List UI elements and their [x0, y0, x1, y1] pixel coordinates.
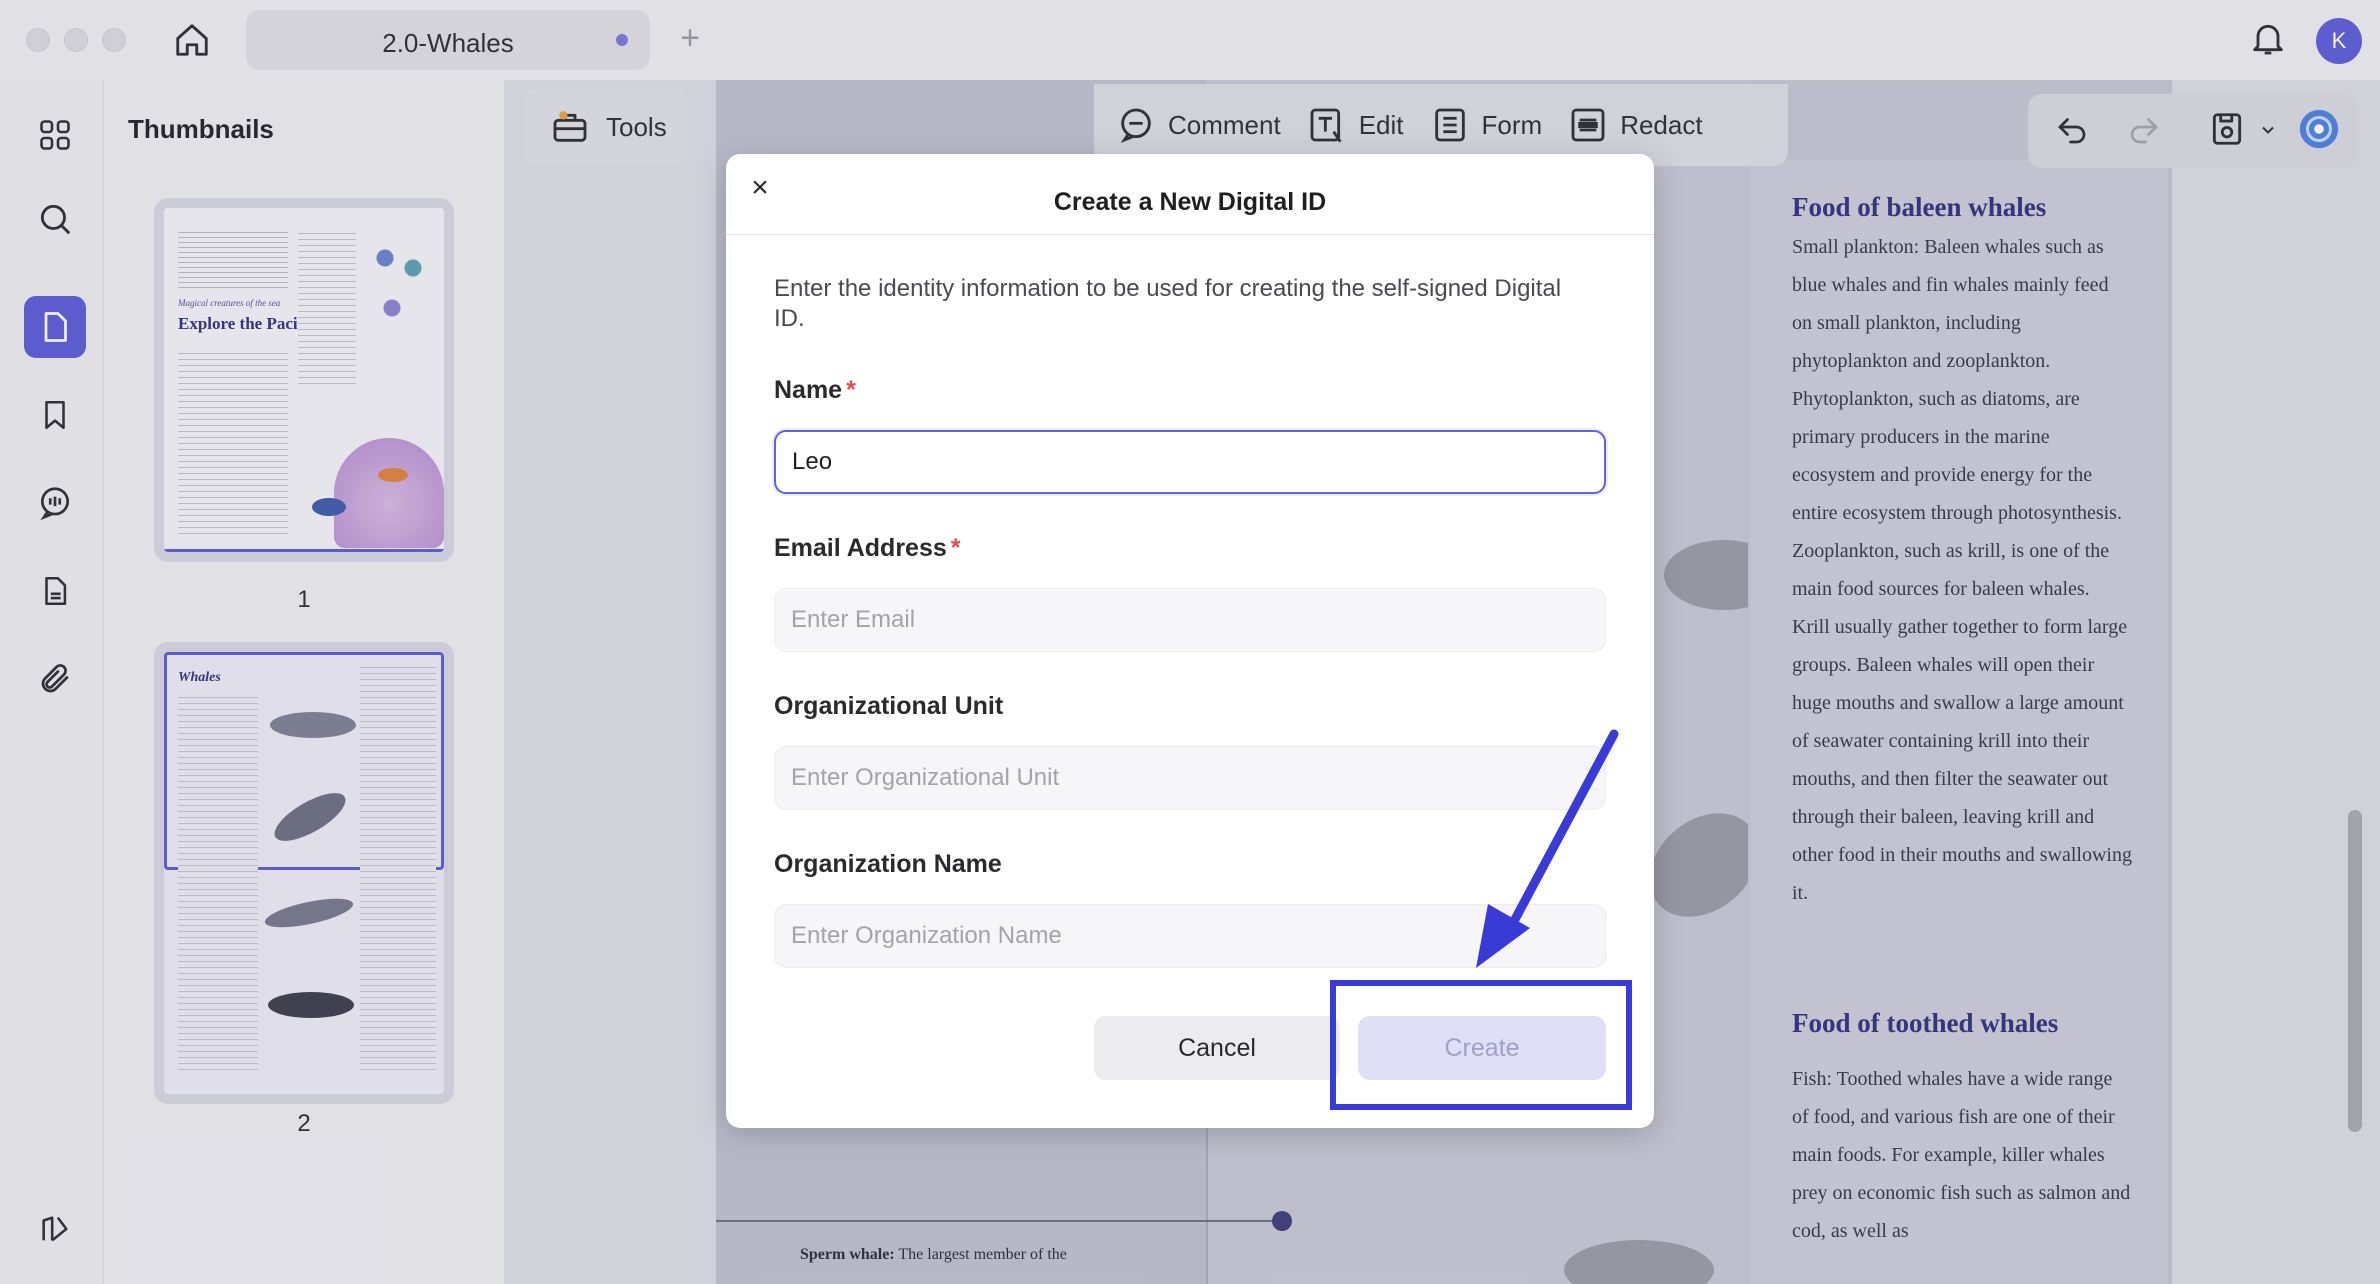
required-marker: * [846, 376, 856, 404]
email-label-text: Email Address [774, 534, 947, 562]
dialog-divider [726, 234, 1654, 235]
name-field[interactable] [774, 430, 1606, 494]
cancel-button[interactable]: Cancel [1094, 1016, 1340, 1080]
org-name-label: Organization Name [774, 850, 1002, 878]
required-marker: * [950, 534, 961, 562]
dialog-description: Enter the identity information to be use… [774, 275, 1562, 332]
dialog-title: Create a New Digital ID [1053, 188, 1327, 216]
org-unit-field[interactable] [774, 746, 1606, 810]
name-label-text: Name [774, 376, 843, 404]
highlight-box [1330, 980, 1632, 1110]
email-label: Email Address * [774, 534, 961, 563]
email-field[interactable] [774, 588, 1606, 652]
org-unit-label: Organizational Unit [774, 692, 1004, 720]
org-name-field[interactable] [774, 904, 1606, 968]
name-label: Name * [774, 376, 856, 405]
